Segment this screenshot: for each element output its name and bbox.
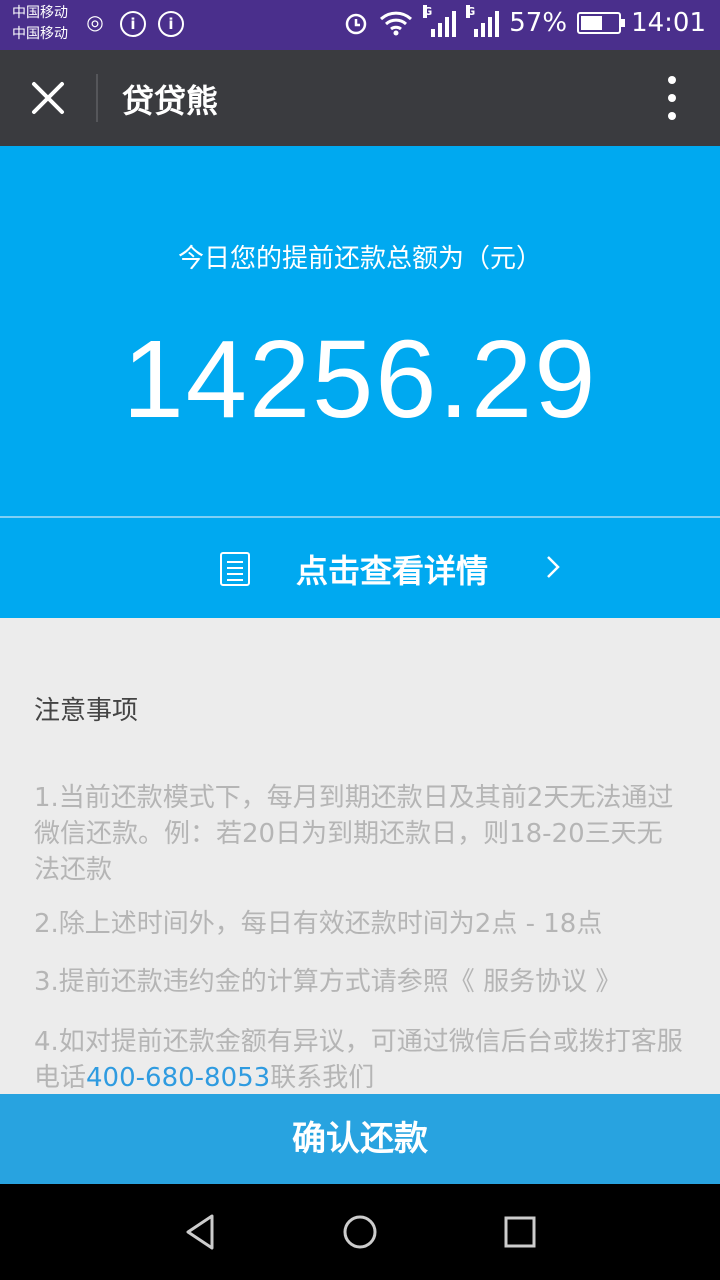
- close-icon: [32, 82, 64, 114]
- home-icon[interactable]: [340, 1212, 380, 1252]
- title-bar: 贷贷熊: [0, 50, 720, 146]
- carrier-2: 中国移动: [12, 26, 68, 42]
- info-icon: i: [120, 11, 146, 37]
- navigation-bar: [0, 1184, 720, 1280]
- more-dot-icon: [668, 76, 676, 84]
- note-item: 1.当前还款模式下，每月到期还款日及其前2天无法通过微信还款。例：若20日为到期…: [34, 783, 674, 885]
- recents-icon[interactable]: [500, 1212, 540, 1252]
- repayment-summary: 今日您的提前还款总额为（元） 14256.29: [0, 146, 720, 516]
- carrier-info: 中国移动 中国移动: [12, 3, 68, 45]
- back-icon[interactable]: [180, 1212, 220, 1252]
- more-dot-icon: [668, 94, 676, 102]
- signal-icon: G: [423, 5, 457, 37]
- note-item: 4.如对提前还款金额有异议，可通过微信后台或拨打客服电话400-680-8053…: [34, 1024, 684, 1096]
- total-label: 今日您的提前还款总额为（元）: [177, 244, 542, 274]
- total-amount: 14256.29: [122, 318, 598, 441]
- info-icon-2: i: [158, 11, 184, 37]
- document-icon: [220, 552, 250, 586]
- status-bar: 中国移动 中国移动 ◎ i i G G 57% 14:01: [0, 0, 720, 50]
- more-menu-button[interactable]: [664, 76, 680, 120]
- signal-icon-2: G: [466, 5, 500, 37]
- note-item: 2.除上述时间外，每日有效还款时间为2点 - 18点: [34, 909, 603, 939]
- close-button[interactable]: [22, 72, 74, 124]
- wifi-icon: [380, 11, 413, 36]
- notes-title: 注意事项: [34, 696, 139, 726]
- note-item: 3.提前还款违约金的计算方式请参照《 服务协议 》: [34, 967, 622, 997]
- confirm-repayment-button[interactable]: 确认还款: [0, 1094, 720, 1184]
- phone-link[interactable]: 400-680-8053: [86, 1063, 270, 1093]
- alarm-icon: [346, 13, 367, 35]
- carrier-1: 中国移动: [12, 5, 68, 21]
- more-dot-icon: [668, 112, 676, 120]
- view-details-label: 点击查看详情: [296, 552, 489, 590]
- notification-icon: ◎: [86, 10, 104, 34]
- title-divider: [96, 74, 98, 122]
- page-title: 贷贷熊: [122, 82, 219, 120]
- clock: 14:01: [631, 8, 706, 38]
- battery-percent: 57%: [509, 8, 568, 38]
- chevron-right-icon: [547, 556, 560, 578]
- view-details-button[interactable]: 点击查看详情: [0, 518, 720, 618]
- battery-icon: [577, 12, 626, 34]
- note-text: 联系我们: [270, 1063, 375, 1093]
